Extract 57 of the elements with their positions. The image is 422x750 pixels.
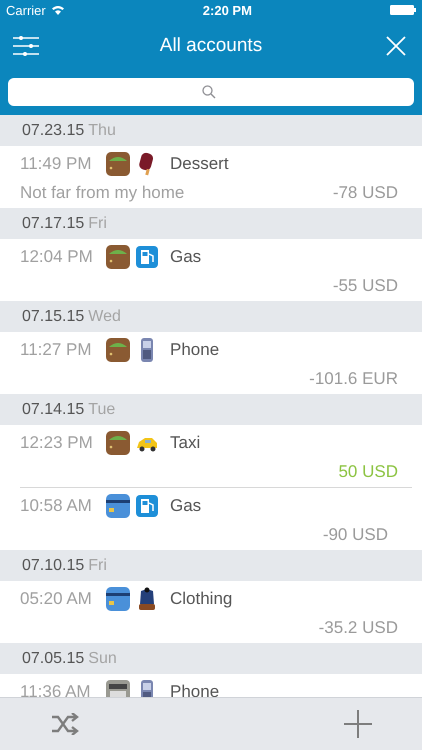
weekday-label: Fri: [88, 214, 107, 232]
transaction-row[interactable]: 12:04 PM Gas -55 USD: [20, 239, 422, 301]
weekday-label: Thu: [88, 122, 116, 140]
fuel-pump-icon: [136, 494, 158, 518]
date-label: 07.10.15: [22, 556, 84, 574]
category-name: Dessert: [170, 154, 229, 174]
weekday-label: Tue: [88, 400, 116, 418]
transaction-row[interactable]: 11:27 PM Phone -101.6 EUR: [20, 332, 422, 394]
date-label: 07.23.15: [22, 122, 84, 140]
weekday-label: Fri: [88, 556, 107, 574]
transaction-time: 11:49 PM: [20, 154, 93, 174]
transaction-amount: -55 USD: [332, 276, 398, 296]
search-field[interactable]: [8, 78, 414, 106]
nav-title: All accounts: [160, 35, 262, 57]
transaction-row[interactable]: 11:49 PM Dessert Not far from my home -78 USD: [20, 146, 422, 208]
shuffle-button[interactable]: [52, 710, 80, 738]
category-name: Gas: [170, 246, 202, 266]
date-label: 07.17.15: [22, 214, 84, 232]
category-name: Phone: [170, 682, 220, 697]
cash-register-icon: [106, 680, 130, 697]
category-name: Clothing: [170, 588, 232, 608]
date-label: 07.15.15: [22, 308, 84, 326]
transaction-amount: -78 USD: [332, 182, 398, 202]
transaction-note: Not far from my home: [20, 182, 184, 202]
weekday-label: Sun: [88, 650, 117, 668]
transaction-time: 05:20 AM: [20, 588, 93, 608]
add-button[interactable]: [344, 710, 372, 738]
transaction-time: 11:36 AM: [20, 682, 92, 697]
transaction-amount: 50 USD: [338, 462, 398, 482]
credit-card-icon: [106, 494, 130, 518]
transaction-amount: -90 USD: [322, 524, 388, 544]
search-icon: [202, 85, 216, 99]
suit-icon: [136, 586, 158, 610]
weekday-label: Wed: [88, 308, 121, 326]
wallet-icon: [106, 152, 130, 176]
transaction-amount: -101.6 EUR: [309, 368, 398, 388]
date-label: 07.14.15: [22, 400, 84, 418]
wallet-icon: [106, 338, 130, 362]
wifi-icon: [50, 5, 65, 15]
transaction-row[interactable]: 05:20 AM Clothing -35.2 USD: [20, 581, 422, 643]
category-name: Gas: [170, 496, 202, 516]
credit-card-icon: [106, 586, 130, 610]
transaction-time: 10:58 AM: [20, 496, 93, 516]
fuel-pump-icon: [136, 244, 158, 268]
transaction-time: 12:04 PM: [20, 246, 94, 266]
transaction-time: 11:27 PM: [20, 340, 93, 360]
carrier-label: Carrier: [6, 2, 46, 18]
category-name: Taxi: [170, 432, 200, 452]
clock-time: 2:20 PM: [202, 2, 252, 18]
transaction-amount: -35.2 USD: [318, 618, 398, 638]
transaction-time: 12:23 PM: [20, 432, 94, 452]
wallet-icon: [106, 244, 130, 268]
wallet-icon: [106, 430, 130, 454]
battery-icon: [390, 5, 416, 15]
transaction-row[interactable]: 12:23 PM Taxi 50 USD: [20, 425, 422, 487]
category-name: Phone: [170, 340, 220, 360]
date-label: 07.05.15: [22, 650, 84, 668]
